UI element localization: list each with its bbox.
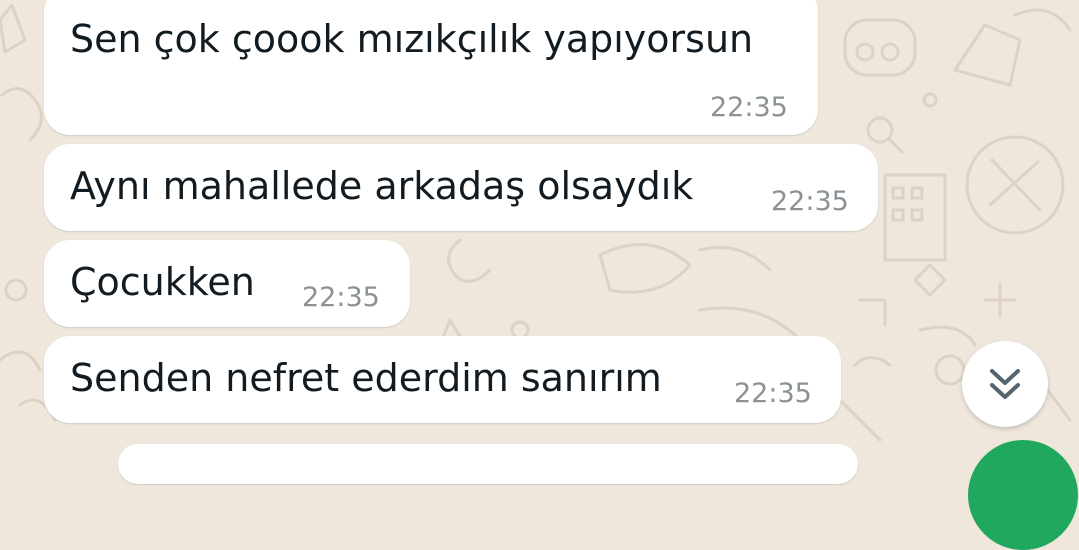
scroll-to-bottom-button[interactable] [962, 341, 1048, 427]
double-chevron-down-icon [990, 369, 1020, 399]
message-bubble[interactable]: Sen çok çoook mızıkçılık yapıyorsun 22:3… [44, 0, 818, 135]
message-timestamp: 22:35 [302, 282, 380, 313]
message-bubble[interactable]: Çocukken 22:35 [44, 240, 410, 327]
message-text: Sen çok çoook mızıkçılık yapıyorsun [70, 17, 754, 61]
message-timestamp: 22:35 [734, 378, 812, 409]
message-timestamp: 22:35 [771, 186, 849, 217]
message-text: Senden nefret ederdim sanırım [70, 356, 662, 400]
message-text: Aynı mahallede arkadaş olsaydık [70, 164, 694, 208]
message-bubble[interactable]: Senden nefret ederdim sanırım 22:35 [44, 336, 841, 423]
message-bubble[interactable]: Aynı mahallede arkadaş olsaydık 22:35 [44, 144, 878, 231]
message-text: Çocukken [70, 260, 255, 304]
chat-fab[interactable] [968, 440, 1078, 550]
message-timestamp: 22:35 [710, 92, 788, 123]
message-bubble-partial[interactable] [118, 444, 858, 484]
